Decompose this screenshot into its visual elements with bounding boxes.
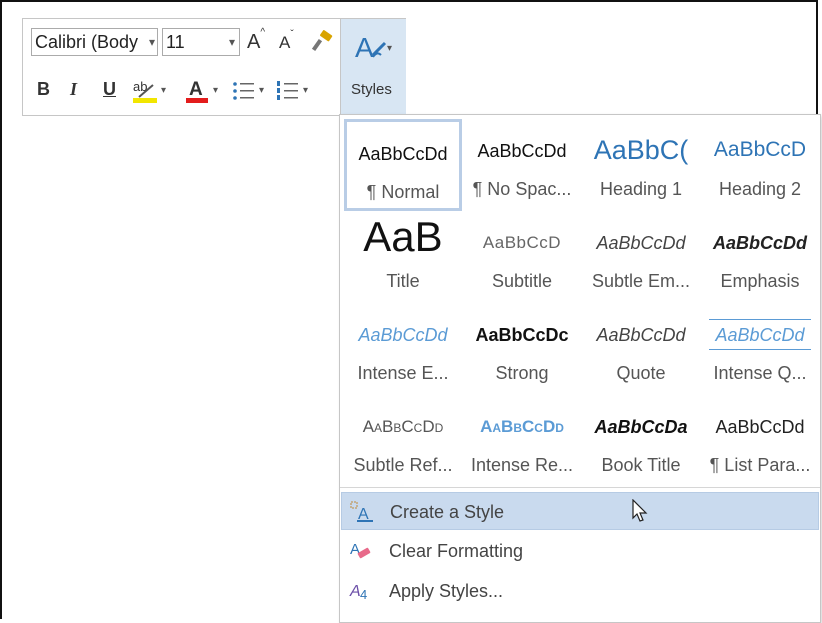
highlighter-icon: ab bbox=[133, 79, 157, 103]
style-strong[interactable]: AaBbCcDc Strong bbox=[463, 303, 581, 395]
styles-icon: A ▾ bbox=[355, 29, 395, 70]
style-subtitle[interactable]: AaBbCcD Subtitle bbox=[463, 211, 581, 303]
italic-button[interactable]: I bbox=[70, 79, 77, 100]
apply-styles-icon: A 4 bbox=[349, 580, 373, 602]
clear-formatting-label: Clear Formatting bbox=[389, 541, 524, 561]
style-label: Intense Re... bbox=[470, 455, 574, 475]
underline-button[interactable]: U bbox=[103, 79, 116, 100]
style-intense-reference[interactable]: AaBbCcDd Intense Re... bbox=[463, 395, 581, 487]
highlight-button[interactable]: ab ▾ bbox=[131, 77, 171, 107]
style-preview: AaB bbox=[363, 213, 443, 260]
style-preview: AaBbCcDc bbox=[475, 325, 569, 345]
svg-text:A: A bbox=[349, 583, 361, 600]
svg-text:4: 4 bbox=[360, 587, 367, 602]
bullets-button[interactable]: ▾ bbox=[231, 79, 267, 107]
style-label: Heading 1 bbox=[599, 179, 683, 199]
clear-formatting-icon: A bbox=[349, 540, 373, 562]
style-preview: AaBbCcDd bbox=[712, 233, 807, 253]
bullets-dropdown-icon[interactable]: ▾ bbox=[259, 85, 264, 96]
style-preview: AaBbCcDd bbox=[477, 141, 567, 161]
clear-formatting-menu-item[interactable]: A Clear Formatting bbox=[341, 532, 819, 570]
style-preview: AaBbCcDa bbox=[594, 417, 688, 437]
font-name-box[interactable]: Calibri (Body ▾ bbox=[31, 28, 158, 56]
style-heading-1[interactable]: AaBbC( Heading 1 bbox=[582, 119, 700, 211]
shrink-font-icon: A bbox=[279, 33, 291, 52]
style-label: Subtle Ref... bbox=[353, 455, 453, 475]
bullets-icon bbox=[233, 82, 254, 100]
style-label: Subtitle bbox=[491, 271, 553, 291]
style-label: Intense E... bbox=[357, 363, 449, 383]
grow-font-button[interactable]: A^ bbox=[247, 27, 265, 54]
style-subtle-emphasis[interactable]: AaBbCcDd Subtle Em... bbox=[582, 211, 700, 303]
style-label: Subtle Em... bbox=[591, 271, 691, 291]
style-preview: AaBbC( bbox=[593, 135, 689, 165]
style-preview: AaBbCcDd bbox=[480, 417, 564, 436]
style-intense-emphasis[interactable]: AaBbCcDd Intense E... bbox=[344, 303, 462, 395]
quote-rule-top bbox=[709, 319, 811, 320]
style-label: Strong bbox=[495, 363, 549, 383]
style-label: Book Title bbox=[601, 455, 681, 475]
font-color-dropdown-icon[interactable]: ▾ bbox=[213, 85, 218, 96]
apply-styles-label: Apply Styles... bbox=[389, 581, 504, 601]
create-style-icon: A bbox=[350, 501, 374, 523]
style-normal[interactable]: AaBbCcDd ¶ Normal bbox=[344, 119, 462, 211]
style-no-spacing[interactable]: AaBbCcDd ¶ No Spac... bbox=[463, 119, 581, 211]
font-size-dropdown-icon[interactable]: ▾ bbox=[229, 29, 235, 55]
style-label: Quote bbox=[616, 363, 666, 383]
style-preview: AaBbCcDd bbox=[358, 144, 448, 164]
font-size-box[interactable]: 11 ▾ bbox=[162, 28, 240, 56]
style-preview: AaBbCcDd bbox=[596, 325, 686, 345]
mouse-cursor-icon bbox=[632, 498, 648, 528]
styles-gallery: AaBbCcDd ¶ Normal AaBbCcDd ¶ No Spac... … bbox=[339, 114, 821, 623]
style-preview: AaBbCcDd bbox=[596, 233, 686, 253]
create-style-label: Create a Style bbox=[390, 502, 505, 522]
style-heading-2[interactable]: AaBbCcD Heading 2 bbox=[701, 119, 819, 211]
style-preview: AaBbCcDd bbox=[715, 417, 805, 437]
style-intense-quote[interactable]: AaBbCcDd Intense Q... bbox=[701, 303, 819, 395]
style-quote[interactable]: AaBbCcDd Quote bbox=[582, 303, 700, 395]
apply-styles-menu-item[interactable]: A 4 Apply Styles... bbox=[341, 572, 819, 610]
grow-font-icon: A bbox=[247, 31, 261, 53]
style-label: Title bbox=[386, 271, 420, 291]
font-name-dropdown-icon[interactable]: ▾ bbox=[149, 29, 155, 55]
quote-rule-bottom bbox=[709, 349, 811, 350]
style-label: ¶ List Para... bbox=[709, 455, 811, 475]
style-book-title[interactable]: AaBbCcDa Book Title bbox=[582, 395, 700, 487]
style-list-paragraph[interactable]: AaBbCcDd ¶ List Para... bbox=[701, 395, 819, 487]
create-style-menu-item[interactable]: A Create a Style bbox=[341, 492, 819, 530]
style-preview: AaBbCcDd bbox=[358, 325, 448, 345]
styles-label: Styles bbox=[351, 81, 392, 98]
style-label: Emphasis bbox=[720, 271, 800, 291]
highlight-dropdown-icon[interactable]: ▾ bbox=[161, 85, 166, 96]
mini-toolbar: Calibri (Body ▾ 11 ▾ A^ Aˇ B I U ab ▾ A … bbox=[22, 18, 406, 116]
style-title[interactable]: AaB Title bbox=[344, 211, 462, 303]
format-painter-icon bbox=[311, 30, 333, 52]
font-size-value: 11 bbox=[166, 32, 185, 52]
format-painter-button[interactable] bbox=[309, 29, 335, 55]
style-label: Intense Q... bbox=[713, 363, 807, 383]
style-preview: AaBbCcD bbox=[713, 138, 807, 161]
gallery-separator bbox=[340, 487, 820, 488]
numbering-icon bbox=[277, 81, 298, 100]
svg-text:A: A bbox=[355, 32, 374, 63]
style-label: ¶ No Spac... bbox=[472, 179, 572, 199]
style-label: Heading 2 bbox=[718, 179, 802, 199]
style-preview: AaBbCcDd bbox=[715, 325, 805, 345]
styles-button[interactable]: A ▾ Styles bbox=[340, 19, 406, 115]
style-label: ¶ Normal bbox=[366, 182, 440, 202]
svg-text:▾: ▾ bbox=[387, 43, 392, 54]
style-subtle-reference[interactable]: AaBbCcDd Subtle Ref... bbox=[344, 395, 462, 487]
font-color-icon: A bbox=[186, 79, 208, 103]
bold-button[interactable]: B bbox=[37, 79, 50, 100]
style-emphasis[interactable]: AaBbCcDd Emphasis bbox=[701, 211, 819, 303]
font-color-button[interactable]: A ▾ bbox=[183, 77, 223, 107]
shrink-font-button[interactable]: Aˇ bbox=[279, 29, 294, 53]
style-preview: AaBbCcD bbox=[482, 233, 562, 252]
style-preview: AaBbCcDd bbox=[362, 417, 444, 436]
numbering-button[interactable]: ▾ bbox=[275, 79, 313, 107]
svg-text:A: A bbox=[189, 79, 203, 100]
numbering-dropdown-icon[interactable]: ▾ bbox=[303, 85, 308, 96]
styles-grid: AaBbCcDd ¶ Normal AaBbCcDd ¶ No Spac... … bbox=[344, 117, 820, 487]
font-name-value: Calibri (Body bbox=[35, 32, 139, 52]
